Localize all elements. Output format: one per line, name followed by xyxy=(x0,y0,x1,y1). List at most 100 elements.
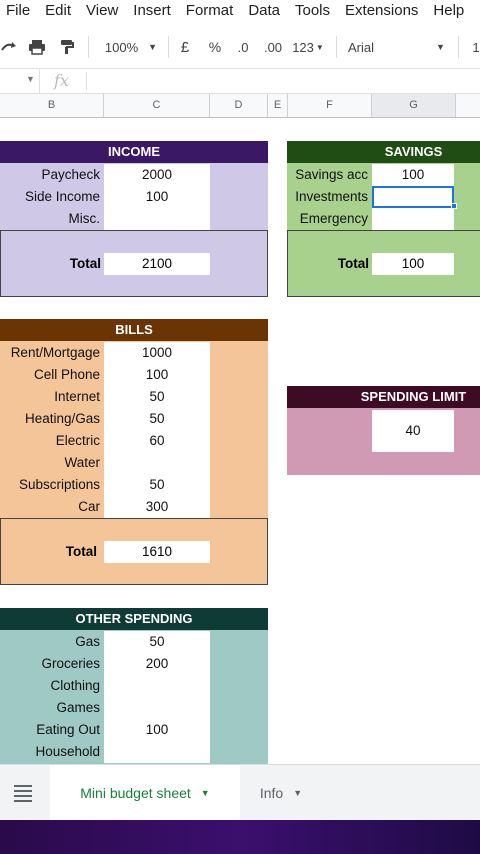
savings-row: Investments xyxy=(287,186,480,209)
paint-format-icon[interactable] xyxy=(56,26,78,68)
tab-mini-budget-sheet[interactable]: Mini budget sheet ▼ xyxy=(50,765,240,821)
other-row: Eating Out 100 xyxy=(0,719,268,741)
chevron-down-icon: ▼ xyxy=(436,42,445,52)
other-value-cell[interactable] xyxy=(104,697,210,719)
column-header-f[interactable]: F xyxy=(288,94,372,117)
savings-total-label: Total xyxy=(337,256,369,271)
income-total-label: Total xyxy=(69,256,101,271)
bills-value-cell[interactable]: 50 xyxy=(104,408,210,430)
column-header-d[interactable]: D xyxy=(210,94,268,117)
more-formats-label: 123 xyxy=(292,39,314,55)
name-box[interactable]: ▼ xyxy=(0,69,40,93)
menu-file[interactable]: File xyxy=(6,2,30,19)
bills-row: Cell Phone 100 xyxy=(0,364,268,386)
bills-row: Heating/Gas 50 xyxy=(0,408,268,430)
menu-tools[interactable]: Tools xyxy=(295,2,330,19)
menu-view[interactable]: View xyxy=(86,2,118,19)
print-icon[interactable] xyxy=(26,26,48,68)
menu-edit[interactable]: Edit xyxy=(45,2,71,19)
menu-extensions[interactable]: Extensions xyxy=(345,2,418,19)
savings-section: SAVINGS Savings acc 100 Investments Emer… xyxy=(287,141,480,297)
income-total-box: Total 2100 xyxy=(0,230,268,297)
menu-data[interactable]: Data xyxy=(248,2,280,19)
column-header-c[interactable]: C xyxy=(104,94,210,117)
function-icon: fx xyxy=(54,71,69,90)
percent-button[interactable]: % xyxy=(206,26,224,68)
bills-value-cell[interactable]: 60 xyxy=(104,430,210,452)
toolbar-divider xyxy=(336,36,337,58)
formula-input[interactable] xyxy=(90,69,480,93)
other-value-cell[interactable] xyxy=(104,675,210,697)
savings-value-cell[interactable] xyxy=(372,208,454,230)
tab-info[interactable]: Info ▼ xyxy=(246,765,316,821)
spreadsheet-app: File Edit View Insert Format Data Tools … xyxy=(0,0,480,854)
bills-row: Subscriptions 50 xyxy=(0,474,268,496)
other-value-cell[interactable]: 50 xyxy=(104,631,210,653)
column-header-b[interactable]: B xyxy=(0,94,104,117)
font-size-field[interactable]: 1 xyxy=(470,26,480,68)
more-formats-button[interactable]: 123 ▼ xyxy=(290,26,326,68)
chevron-down-icon: ▼ xyxy=(26,74,35,84)
bills-value-cell[interactable]: 50 xyxy=(104,386,210,408)
spending-limit-value[interactable]: 40 xyxy=(372,410,454,452)
increase-decimal-button[interactable]: .00 xyxy=(260,26,286,68)
menu-help[interactable]: Help xyxy=(433,2,464,19)
income-value-cell[interactable]: 2000 xyxy=(104,164,210,186)
toolbar: 100% ▼ £ % .0 .00 123 ▼ Arial ▼ 1 xyxy=(0,26,480,68)
savings-label: Investments xyxy=(295,189,368,204)
menu-insert[interactable]: Insert xyxy=(133,2,171,19)
chevron-down-icon: ▼ xyxy=(293,788,303,798)
bottom-decorative-bar xyxy=(0,820,480,854)
other-value-cell[interactable]: 100 xyxy=(104,719,210,741)
other-value-cell[interactable] xyxy=(104,741,210,763)
other-row: Gas 50 xyxy=(0,631,268,653)
bills-label: Subscriptions xyxy=(18,477,100,492)
income-section: INCOME Paycheck 2000 Side Income 100 Mis… xyxy=(0,141,268,297)
bills-header: BILLS xyxy=(0,319,268,341)
sheet-tabs-bar: Mini budget sheet ▼ Info ▼ xyxy=(0,764,480,821)
income-row: Side Income 100 xyxy=(0,186,268,208)
income-row: Misc. xyxy=(0,208,268,230)
column-header-e[interactable]: E xyxy=(268,94,288,117)
font-select[interactable]: Arial ▼ xyxy=(348,26,448,68)
bills-value-cell[interactable]: 50 xyxy=(104,474,210,496)
savings-label: Savings acc xyxy=(295,167,368,182)
savings-header: SAVINGS xyxy=(287,141,480,163)
income-header: INCOME xyxy=(0,141,268,163)
income-value-cell[interactable] xyxy=(104,208,210,230)
other-spending-header: OTHER SPENDING xyxy=(0,608,268,630)
bills-value-cell[interactable]: 300 xyxy=(104,496,210,518)
currency-button[interactable]: £ xyxy=(176,26,194,68)
bills-label: Electric xyxy=(55,433,100,448)
zoom-select[interactable]: 100% ▼ xyxy=(100,26,162,68)
column-header-row: B C D E F G xyxy=(0,94,480,118)
income-label: Side Income xyxy=(24,189,100,204)
bills-value-cell[interactable] xyxy=(104,452,210,474)
bills-row: Electric 60 xyxy=(0,430,268,452)
income-total-value[interactable]: 2100 xyxy=(104,253,210,275)
bills-value-cell[interactable]: 1000 xyxy=(104,342,210,364)
selected-cell[interactable] xyxy=(372,186,454,208)
other-spending-section: OTHER SPENDING Gas 50 Groceries 200 Clot… xyxy=(0,608,268,764)
bills-total-value[interactable]: 1610 xyxy=(104,541,210,563)
font-name: Arial xyxy=(348,39,375,55)
decrease-decimal-button[interactable]: .0 xyxy=(232,26,254,68)
savings-value-cell[interactable]: 100 xyxy=(372,164,454,186)
income-value-cell[interactable]: 100 xyxy=(104,186,210,208)
chevron-down-icon: ▼ xyxy=(200,788,210,798)
bills-value-cell[interactable]: 100 xyxy=(104,364,210,386)
other-label: Clothing xyxy=(50,678,100,693)
spending-limit-row: 40 xyxy=(287,410,480,452)
savings-row: Emergency xyxy=(287,208,480,230)
other-value-cell[interactable]: 200 xyxy=(104,653,210,675)
bills-row: Internet 50 xyxy=(0,386,268,408)
redo-icon[interactable] xyxy=(0,26,20,68)
tab-mini-budget-sheet-label: Mini budget sheet xyxy=(80,785,191,801)
all-sheets-menu-icon[interactable] xyxy=(14,785,32,802)
bills-total-box: Total 1610 xyxy=(0,518,268,585)
savings-total-value[interactable]: 100 xyxy=(372,253,454,275)
tab-info-label: Info xyxy=(259,785,284,801)
column-header-g[interactable]: G xyxy=(372,94,456,117)
column-header-h[interactable] xyxy=(456,94,480,117)
menu-format[interactable]: Format xyxy=(186,2,234,19)
